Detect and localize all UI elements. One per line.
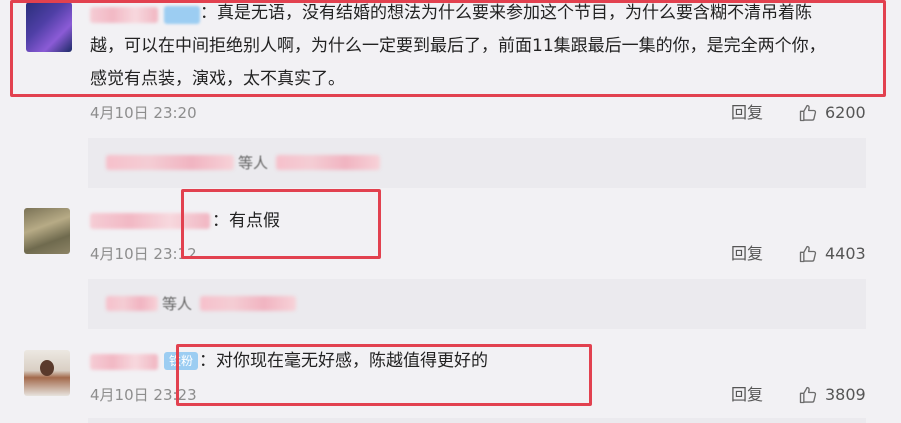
highlight-box [181, 189, 381, 259]
avatar[interactable] [24, 350, 70, 396]
like-button[interactable]: 3809 [798, 385, 866, 405]
reply-button[interactable]: 回复 [731, 244, 763, 264]
username-blurred[interactable] [90, 354, 158, 370]
thumbs-up-icon [799, 245, 817, 263]
like-button[interactable]: 4403 [798, 244, 866, 264]
reply-button[interactable]: 回复 [731, 103, 763, 123]
avatar[interactable] [26, 2, 72, 52]
user-badge [164, 6, 200, 24]
thumbs-up-icon [799, 386, 817, 404]
comment-text-line: 越，可以在中间拒绝别人啊，为什么一定要到最后了，前面11集跟最后一集的你，是完全… [90, 36, 826, 56]
thumbs-up-icon [799, 104, 817, 122]
reply-button[interactable]: 回复 [731, 385, 763, 405]
avatar[interactable] [24, 208, 70, 254]
like-button[interactable]: 6200 [798, 103, 866, 123]
like-count: 6200 [825, 103, 866, 122]
sub-reply-box[interactable]: 等人 [88, 138, 866, 188]
username-blurred[interactable] [90, 7, 158, 23]
comment-timestamp: 4月10日 23:12 [90, 245, 197, 263]
comment-text: ：对你现在毫无好感，陈越值得更好的 [199, 351, 488, 371]
comment-timestamp: 4月10日 23:20 [90, 104, 197, 122]
comment-timestamp: 4月10日 23:23 [90, 386, 197, 404]
sub-reply-text: 等人 [162, 295, 193, 313]
like-count: 4403 [825, 244, 866, 263]
like-count: 3809 [825, 385, 866, 404]
comment-text-line: 感觉有点装，演戏，太不真实了。 [90, 69, 345, 89]
comment-text: ：有点假 [212, 211, 280, 231]
username-blurred[interactable] [90, 213, 210, 229]
sub-reply-box[interactable]: 等人 [88, 279, 866, 329]
fan-badge: 铁粉 [164, 352, 198, 370]
sub-reply-text: 等人 [238, 154, 269, 172]
comment-text-line: ：真是无语，没有结婚的想法为什么要来参加这个节目，为什么要含糊不清吊着陈 [200, 3, 812, 23]
sub-reply-box[interactable] [88, 418, 866, 423]
